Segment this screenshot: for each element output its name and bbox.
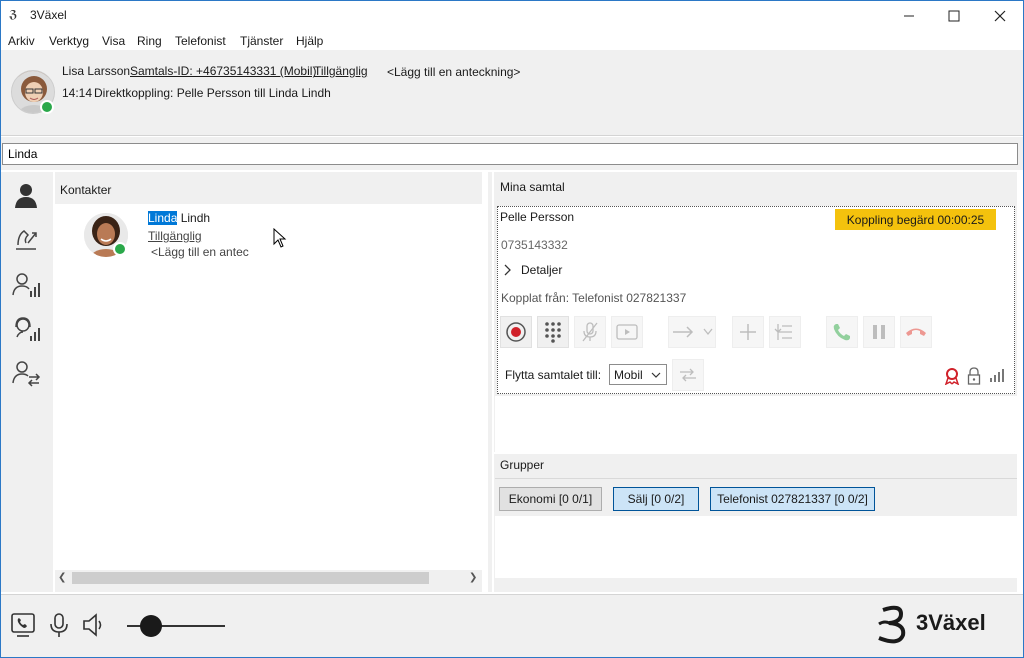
merge-calls-button[interactable] [769,316,801,348]
answer-button[interactable] [826,316,858,348]
volume-slider-thumb[interactable] [140,615,162,637]
add-call-button[interactable] [732,316,764,348]
menu-ring[interactable]: Ring [137,34,162,48]
hangup-button[interactable] [900,316,932,348]
operator-stats-nav-icon[interactable] [9,312,43,346]
group-button-ekonomi[interactable]: Ekonomi [0 0/1] [499,487,602,511]
calls-empty-area [495,396,1017,452]
groups-empty-area [495,516,1017,578]
queue-stats-nav-icon[interactable] [9,268,43,302]
move-call-button[interactable] [672,359,704,391]
menu-visa[interactable]: Visa [102,34,125,48]
close-button[interactable] [977,1,1023,30]
minimize-button[interactable] [886,1,932,30]
menu-arkiv[interactable]: Arkiv [8,34,35,48]
mute-button[interactable] [574,316,606,348]
lock-icon [967,367,981,388]
scroll-left-icon[interactable]: ❮ [58,572,66,583]
certificate-icon [944,367,960,388]
title-bar [1,1,1023,30]
event-time: 14:14 [62,86,93,100]
mouse-cursor-icon [273,227,287,251]
keypad-button[interactable] [537,316,569,348]
move-call-select[interactable]: Mobil [609,364,667,385]
maximize-button[interactable] [931,1,977,30]
contact-status-link[interactable]: Tillgänglig [148,229,202,243]
contacts-list [55,204,482,570]
speaker-icon[interactable] [81,612,107,641]
contact-first-name-highlight: Linda [148,211,178,225]
menu-telefonist[interactable]: Telefonist [175,34,226,48]
contacts-nav-icon[interactable] [9,178,43,212]
group-button-salj[interactable]: Sälj [0 0/2] [613,487,699,511]
window-title: 3Växel [30,8,67,22]
menu-tjanster[interactable]: Tjänster [240,34,283,48]
scroll-thumb[interactable] [72,572,429,584]
app-logo-icon: ℨ [9,9,18,21]
menu-verktyg[interactable]: Verktyg [49,34,89,48]
details-toggle[interactable]: Detaljer [521,263,562,277]
transfer-button[interactable] [668,316,716,348]
event-text: Direktkoppling: Pelle Persson till Linda… [94,86,331,100]
groups-title: Grupper [500,458,545,472]
record-button[interactable] [500,316,532,348]
user-name: Lisa Larsson [62,64,131,78]
transferred-from: Kopplat från: Telefonist 027821337 [501,291,687,305]
microphone-icon[interactable] [49,612,69,641]
contact-last-name: Lindh [180,211,211,225]
caller-name: Pelle Persson [500,210,575,224]
my-calls-title: Mina samtal [500,180,565,194]
video-button[interactable] [611,316,643,348]
menu-hjalp[interactable]: Hjälp [296,34,323,48]
dropdown-chevron-icon [651,372,661,378]
transfer-stats-nav-icon[interactable] [9,356,43,390]
left-nav [1,172,53,592]
move-call-value: Mobil [614,367,643,382]
contacts-title: Kontakter [60,183,112,197]
panel-splitter[interactable] [488,172,492,592]
brand-logo-text: 3Växel [916,610,986,635]
caller-number: 0735143332 [501,238,568,252]
hold-button[interactable] [863,316,895,348]
contact-name[interactable]: Linda Lindh [148,211,210,225]
details-chevron-icon[interactable] [503,263,513,280]
softphone-icon[interactable] [10,612,36,641]
user-status-link[interactable]: Tillgänglig [314,64,368,78]
brand-logo-icon [875,604,911,647]
user-status-dot [40,100,54,114]
user-note[interactable]: <Lägg till en anteckning> [387,65,520,79]
contact-status-dot [113,242,127,256]
move-call-label: Flytta samtalet till: [505,368,602,382]
signal-strength-icon [989,367,1005,386]
group-button-telefonist[interactable]: Telefonist 027821337 [0 0/2] [710,487,875,511]
contact-note[interactable]: <Lägg till en antec [151,245,249,259]
call-id-link[interactable]: Samtals-ID: +46735143331 (Mobil) [130,64,316,78]
groups-divider [495,478,1017,479]
menu-bar: Arkiv Verktyg Visa Ring Telefonist Tjäns… [1,30,1023,50]
status-badge: Koppling begärd 00:00:25 [835,209,996,230]
scroll-right-icon[interactable]: ❯ [469,572,477,583]
search-input[interactable] [2,143,1018,165]
call-log-nav-icon[interactable] [9,222,43,256]
